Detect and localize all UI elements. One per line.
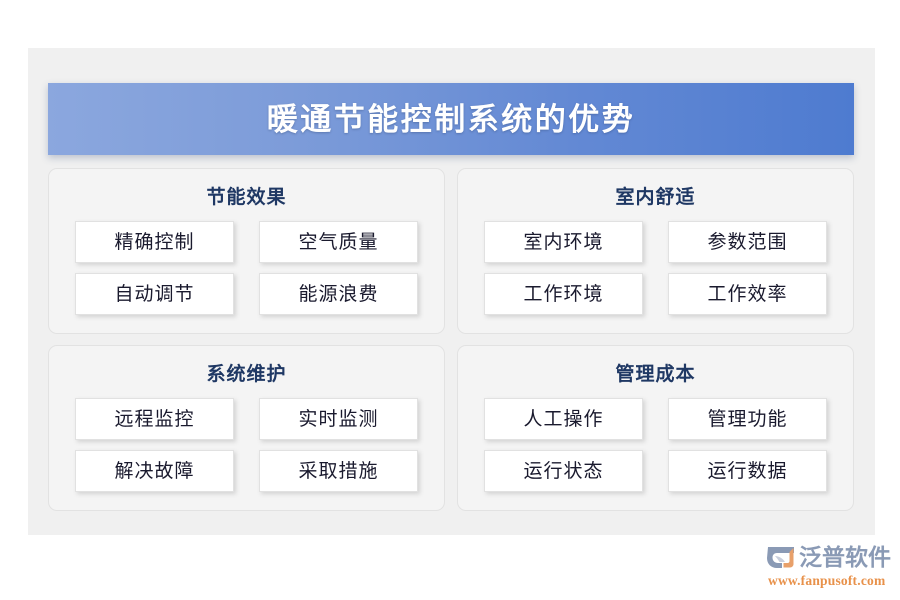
item-box[interactable]: 工作环境 [484, 273, 643, 315]
fanpu-logo-mark-icon [766, 544, 796, 571]
item-box[interactable]: 远程监控 [75, 398, 234, 440]
item-label: 能源浪费 [298, 283, 379, 305]
item-box[interactable]: 运行状态 [484, 450, 643, 492]
logo-row: 泛普软件 [766, 542, 891, 572]
item-box[interactable]: 采取措施 [259, 450, 418, 492]
item-label: 自动调节 [114, 283, 195, 305]
quadrant-title: 室内舒适 [615, 187, 696, 208]
item-box[interactable]: 室内环境 [484, 221, 643, 263]
item-label: 工作效率 [707, 283, 788, 305]
item-box[interactable]: 解决故障 [75, 450, 234, 492]
item-label: 精确控制 [114, 231, 195, 253]
item-label: 运行状态 [523, 460, 604, 482]
item-label: 人工操作 [523, 408, 604, 430]
item-box[interactable]: 实时监测 [259, 398, 418, 440]
quadrant-card-energy-saving: 节能效果 精确控制 空气质量 自动调节 能源浪费 [48, 168, 445, 334]
quadrant-card-indoor-comfort: 室内舒适 室内环境 参数范围 工作环境 工作效率 [457, 168, 854, 334]
item-label: 采取措施 [298, 460, 379, 482]
title-banner: 暖通节能控制系统的优势 [48, 83, 854, 155]
item-label: 参数范围 [707, 231, 788, 253]
fanpu-logo-name: 泛普软件 [799, 544, 891, 570]
item-box[interactable]: 参数范围 [668, 221, 827, 263]
item-box[interactable]: 工作效率 [668, 273, 827, 315]
fanpu-logo: 泛普软件 www.fanpusoft.com [766, 542, 891, 588]
quadrant-grid: 节能效果 精确控制 空气质量 自动调节 能源浪费 室内舒适 室内环境 参数范围 … [48, 168, 854, 511]
item-label: 管理功能 [707, 408, 788, 430]
fanpu-logo-url: www.fanpusoft.com [768, 573, 886, 588]
quadrant-title: 管理成本 [615, 364, 696, 385]
item-box[interactable]: 运行数据 [668, 450, 827, 492]
quadrant-card-management-cost: 管理成本 人工操作 管理功能 运行状态 运行数据 [457, 345, 854, 511]
item-box[interactable]: 管理功能 [668, 398, 827, 440]
page-title: 暖通节能控制系统的优势 [266, 101, 636, 137]
quadrant-items: 远程监控 实时监测 解决故障 采取措施 [75, 398, 418, 492]
item-label: 实时监测 [298, 408, 379, 430]
item-label: 工作环境 [523, 283, 604, 305]
quadrant-items: 精确控制 空气质量 自动调节 能源浪费 [75, 221, 418, 315]
item-label: 室内环境 [523, 231, 604, 253]
item-label: 远程监控 [114, 408, 195, 430]
item-box[interactable]: 自动调节 [75, 273, 234, 315]
item-label: 解决故障 [114, 460, 195, 482]
item-box[interactable]: 人工操作 [484, 398, 643, 440]
quadrant-items: 人工操作 管理功能 运行状态 运行数据 [484, 398, 827, 492]
quadrant-title: 节能效果 [206, 187, 287, 208]
quadrant-items: 室内环境 参数范围 工作环境 工作效率 [484, 221, 827, 315]
infographic-root: 暖通节能控制系统的优势 节能效果 精确控制 空气质量 自动调节 能源浪费 室内舒… [0, 0, 900, 600]
item-box[interactable]: 精确控制 [75, 221, 234, 263]
item-label: 运行数据 [707, 460, 788, 482]
item-box[interactable]: 能源浪费 [259, 273, 418, 315]
item-box[interactable]: 空气质量 [259, 221, 418, 263]
quadrant-title: 系统维护 [206, 364, 287, 385]
item-label: 空气质量 [298, 231, 379, 253]
quadrant-card-system-maintenance: 系统维护 远程监控 实时监测 解决故障 采取措施 [48, 345, 445, 511]
